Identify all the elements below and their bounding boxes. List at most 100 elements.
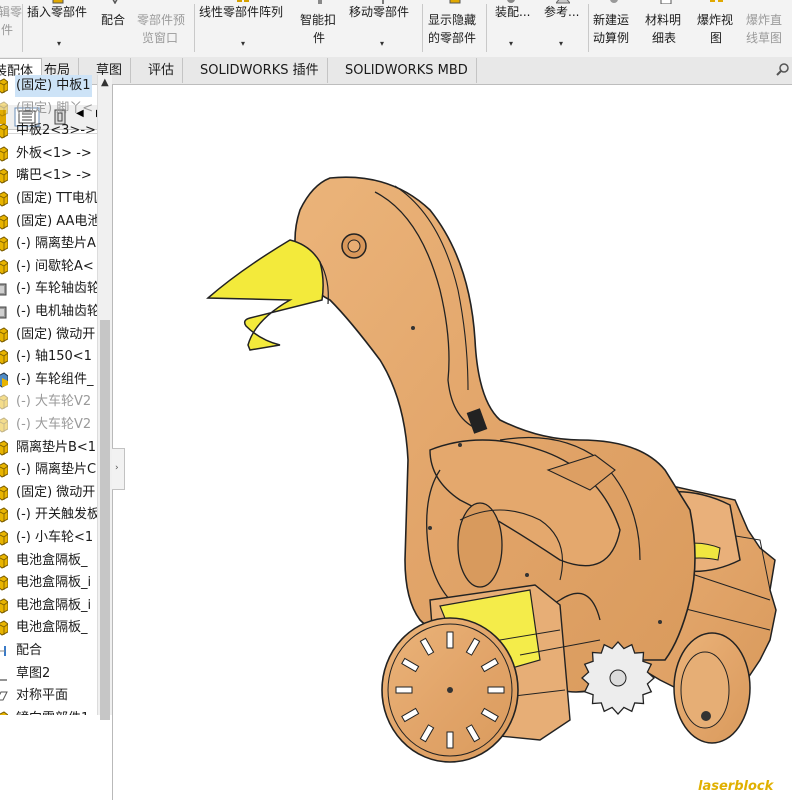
component-preview-label-bottom: 览窗口 — [142, 31, 179, 45]
command-manager-tabs: 装配体 布局 草图 评估 SOLIDWORKS 插件 SOLIDWORKS MB… — [0, 57, 792, 85]
insert-components-button[interactable]: 插入零部件 ▾ — [24, 0, 98, 57]
feature-tree: (固定) 中板1 (固定) 脚丫< 中板2<3>-> 外板<1> -> 嘴巴<1> ->… — [0, 75, 98, 715]
component-preview-window-button[interactable]: 零部件预 览窗口 — [134, 0, 192, 57]
explode-line-sketch-label-top: 爆炸直 — [746, 13, 783, 27]
reference-geometry-label: 参考... — [544, 5, 580, 19]
move-component-button[interactable]: 移动零部件 ▾ — [346, 0, 422, 57]
reference-geometry-dropdown-arrow[interactable]: ▾ — [559, 35, 563, 52]
part-icon — [0, 530, 9, 546]
move-component-dropdown-arrow[interactable]: ▾ — [380, 35, 384, 52]
mate-button[interactable]: 配合 — [98, 0, 132, 57]
tree-item-label: (-) 电机轴齿轮 — [16, 304, 98, 319]
tree-item-label: (-) 隔离垫片C — [16, 462, 97, 478]
new-motion-study-label-top: 新建运 — [593, 13, 630, 27]
part-icon — [0, 507, 9, 523]
mate-label: 配合 — [101, 13, 126, 27]
subassembly-icon — [0, 372, 9, 388]
tree-item-label: 对称平面 — [16, 688, 69, 704]
front-wheel[interactable] — [381, 617, 519, 763]
edit-component-button[interactable]: 编辑零 件 — [0, 0, 22, 57]
new-motion-study-button[interactable]: 新建运 动算例 — [590, 0, 638, 57]
part-icon — [0, 485, 9, 501]
exploded-view-label-top: 爆炸视 — [697, 13, 734, 27]
part-icon — [0, 394, 9, 410]
smart-fastener-icon — [318, 0, 322, 4]
tree-item-label: (固定) 微动开 — [16, 484, 96, 500]
tree-item-label: 电池盒隔板_i — [16, 575, 92, 591]
tree-item-label: (固定) 中板1 — [15, 75, 92, 97]
watermark: laserblock — [698, 779, 774, 794]
duck-robot-model[interactable] — [125, 85, 792, 800]
part-icon — [0, 78, 9, 94]
part-icon — [0, 349, 9, 365]
component-preview-label-top: 零部件预 — [137, 13, 186, 27]
graphics-area[interactable] — [125, 85, 792, 800]
tree-item-label: (固定) TT电机 — [16, 191, 98, 206]
edit-component-label-bottom: 件 — [1, 23, 14, 37]
search-icon[interactable] — [776, 62, 790, 76]
tree-item-label: 草图2 — [16, 665, 51, 681]
panel-collapse-handle[interactable]: › — [112, 448, 125, 490]
tab-solidworks-addins[interactable]: SOLIDWORKS 插件 — [192, 58, 328, 83]
plane-icon — [0, 688, 8, 704]
show-hidden-label-bottom: 的零部件 — [428, 31, 477, 45]
exploded-view-button[interactable]: 爆炸视 图 — [694, 0, 740, 57]
assembly-features-dropdown-arrow[interactable]: ▾ — [509, 35, 513, 52]
gear-part-icon — [0, 281, 8, 297]
smart-fasteners-button[interactable]: 智能扣 件 — [296, 0, 344, 57]
part-icon — [0, 553, 9, 569]
feature-tree-scrollbar[interactable]: ▲ — [97, 75, 112, 720]
reference-geometry-button[interactable]: 参考... ▾ — [540, 0, 586, 57]
part-icon — [0, 620, 9, 636]
wheel-slot — [446, 731, 454, 749]
bill-of-materials-label-top: 材料明 — [645, 13, 682, 27]
tree-item-label: (固定) AA电池 — [16, 213, 98, 229]
tree-item-label: (固定) 脚丫< — [16, 100, 94, 116]
tab-evaluate[interactable]: 评估 — [140, 58, 184, 83]
scrollbar-thumb[interactable] — [100, 320, 110, 720]
explode-line-sketch-button[interactable]: 爆炸直 线草图 — [742, 0, 792, 57]
tree-item-label: (-) 车轮组件_ — [16, 371, 94, 387]
part-icon — [0, 575, 9, 591]
bill-of-materials-icon — [660, 0, 672, 4]
mates-icon — [0, 643, 8, 659]
tree-item-label: 电池盒隔板_ — [16, 620, 88, 636]
part-icon — [0, 191, 9, 207]
tree-item-label: (-) 开关触发板 — [16, 507, 98, 523]
new-motion-study-label-bottom: 动算例 — [593, 31, 630, 45]
tree-item-label: (-) 小车轮<1 — [16, 530, 94, 545]
drive-gear[interactable] — [581, 641, 655, 715]
smart-fasteners-label-top: 智能扣 — [300, 13, 337, 27]
wheel-slot — [395, 686, 413, 694]
mirror-icon — [0, 711, 9, 715]
tree-item-label: 配合 — [16, 643, 43, 658]
part-icon — [0, 259, 9, 275]
assembly-features-button[interactable]: 装配... ▾ — [490, 0, 536, 57]
tree-item-label: (-) 轴150<1 — [16, 349, 92, 365]
explode-line-sketch-label-bottom: 线草图 — [746, 31, 783, 45]
collapse-arrow-icon: › — [115, 463, 119, 473]
part-icon — [0, 146, 9, 162]
exploded-view-label-bottom: 图 — [710, 31, 723, 45]
tree-item-label: 镜向零部件1 — [15, 708, 90, 715]
beak[interactable] — [206, 239, 329, 351]
tree-item-label: 嘴巴<1> -> — [16, 168, 92, 184]
tree-item-label: (-) 大车轮V2 — [16, 417, 92, 432]
bill-of-materials-button[interactable]: 材料明 细表 — [642, 0, 690, 57]
rear-wheel[interactable] — [673, 632, 751, 744]
part-icon — [0, 598, 9, 614]
scroll-up-icon[interactable]: ▲ — [101, 77, 109, 88]
tree-item-label: 电池盒隔板_ — [16, 552, 88, 568]
linear-pattern-dropdown-arrow[interactable]: ▾ — [241, 35, 245, 52]
insert-components-dropdown-arrow[interactable]: ▾ — [57, 35, 61, 52]
show-hidden-components-button[interactable]: 显示隐藏 的零部件 — [424, 0, 486, 57]
part-icon — [0, 440, 9, 456]
linear-component-pattern-button[interactable]: 线性零部件阵列 ▾ — [196, 0, 294, 57]
tree-item-label: (固定) 微动开 — [16, 326, 96, 342]
wheel-slot — [487, 686, 505, 694]
tab-solidworks-mbd[interactable]: SOLIDWORKS MBD — [337, 58, 477, 83]
part-icon — [0, 462, 9, 478]
part-icon — [0, 327, 9, 343]
linear-component-pattern-label: 线性零部件阵列 — [199, 5, 284, 19]
gear-part-icon — [0, 304, 8, 320]
